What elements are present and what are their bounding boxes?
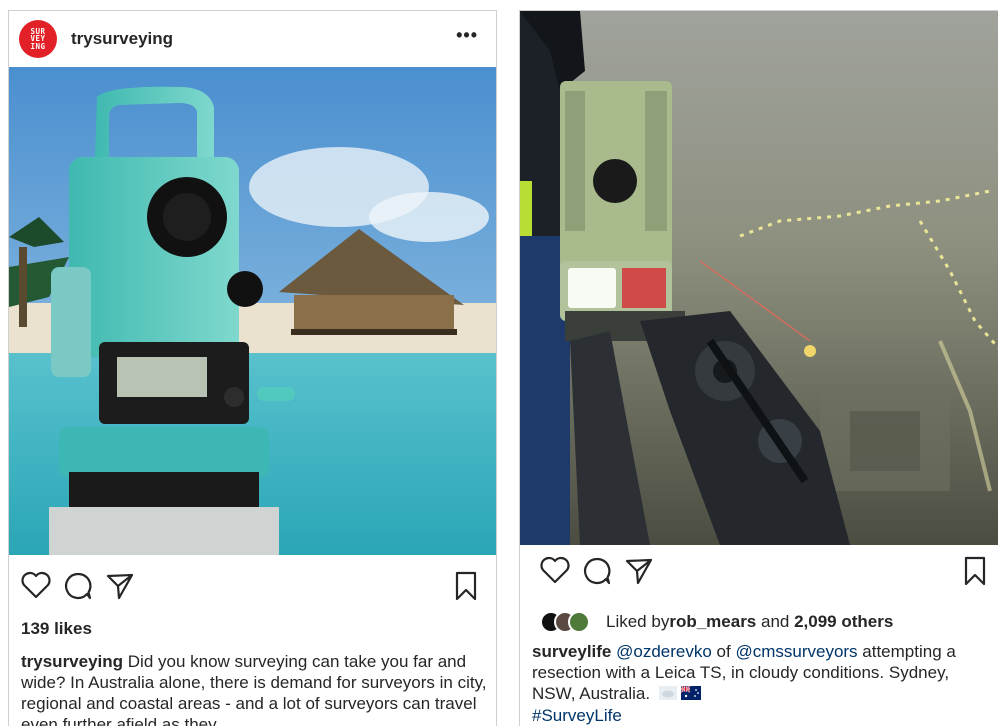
comment-icon[interactable] <box>63 571 93 606</box>
instagram-post-trysurveying: SUR VEY ING trysurveying ••• 139 likes t… <box>8 10 497 726</box>
share-icon[interactable] <box>624 556 654 591</box>
avatar <box>568 611 590 633</box>
post-caption: trysurveying Did you know surveying can … <box>21 651 491 726</box>
cloud-emoji-icon <box>658 684 677 705</box>
australia-flag-icon <box>680 684 701 705</box>
post-actions <box>520 556 998 602</box>
liked-by-others[interactable]: 2,099 others <box>794 612 893 632</box>
liker-avatars[interactable] <box>540 611 598 633</box>
caption-username[interactable]: surveylife <box>532 642 611 661</box>
caption-mention[interactable]: @ozderevko <box>616 642 712 661</box>
bookmark-icon[interactable] <box>454 571 478 606</box>
liked-by-user[interactable]: rob_mears <box>669 612 756 632</box>
likes-count[interactable]: 139 likes <box>21 619 92 639</box>
post-photo-leica-total-station-fog[interactable] <box>520 11 998 545</box>
avatar-text-line: ING <box>30 41 46 51</box>
more-options-icon[interactable]: ••• <box>456 25 478 46</box>
caption-mention[interactable]: @cmssurveyors <box>735 642 857 661</box>
post-photo-total-station-beach[interactable] <box>9 67 496 555</box>
heart-icon[interactable] <box>540 556 570 589</box>
instagram-post-surveylife: Liked by rob_mears and 2,099 others surv… <box>519 10 998 726</box>
post-actions <box>9 571 496 617</box>
post-caption: surveylife @ozderevko of @cmssurveyors a… <box>532 641 992 726</box>
username-link[interactable]: trysurveying <box>71 29 173 49</box>
post-header: SUR VEY ING trysurveying ••• <box>9 11 496 67</box>
caption-username[interactable]: trysurveying <box>21 652 123 671</box>
liked-by-mid: and <box>756 612 795 631</box>
liked-by-row[interactable]: Liked by rob_mears and 2,099 others <box>540 611 893 633</box>
share-icon[interactable] <box>105 571 135 606</box>
heart-icon[interactable] <box>21 571 51 604</box>
caption-text: of <box>711 642 736 661</box>
liked-by-prefix: Liked by <box>606 612 670 631</box>
caption-hashtag[interactable]: #SurveyLife <box>532 706 622 725</box>
avatar[interactable]: SUR VEY ING <box>19 20 57 58</box>
bookmark-icon[interactable] <box>963 556 987 591</box>
comment-icon[interactable] <box>582 556 612 591</box>
